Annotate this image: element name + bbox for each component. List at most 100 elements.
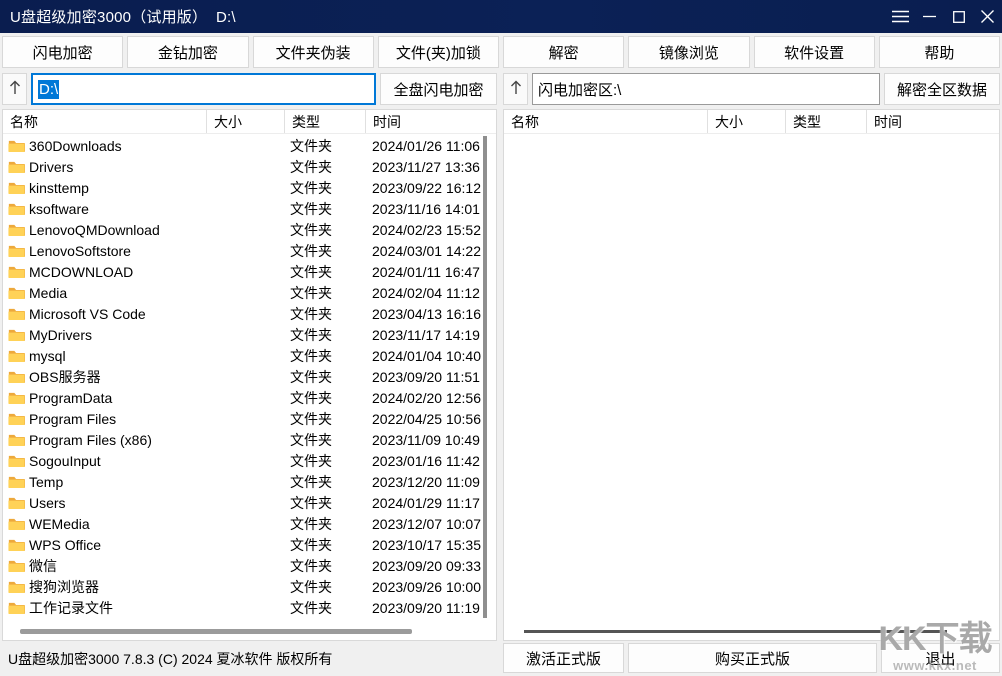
file-name: 微信 bbox=[29, 556, 57, 576]
column-header-time[interactable]: 时间 bbox=[867, 110, 999, 133]
file-row[interactable]: mysql 文件夹 2024/01/04 10:40 bbox=[4, 345, 495, 366]
file-name-cell: Users bbox=[4, 495, 207, 511]
column-header-size[interactable]: 大小 bbox=[207, 110, 285, 133]
file-row[interactable]: Temp 文件夹 2023/12/20 11:09 bbox=[4, 471, 495, 492]
file-row[interactable]: 360Downloads 文件夹 2024/01/26 11:06 bbox=[4, 135, 495, 156]
buy-button[interactable]: 购买正式版 bbox=[628, 643, 877, 673]
left-vertical-scrollbar[interactable] bbox=[481, 135, 490, 622]
file-name: Users bbox=[29, 495, 66, 511]
title-bar: U盘超级加密3000（试用版） D:\ bbox=[0, 0, 1002, 33]
file-row[interactable]: LenovoQMDownload 文件夹 2024/02/23 15:52 bbox=[4, 219, 495, 240]
minimize-icon bbox=[923, 10, 936, 23]
file-name: 360Downloads bbox=[29, 138, 122, 154]
file-time: 2024/02/04 11:12 bbox=[366, 285, 495, 301]
file-row[interactable]: 搜狗浏览器 文件夹 2023/09/26 10:00 bbox=[4, 576, 495, 597]
file-row[interactable]: Media 文件夹 2024/02/04 11:12 bbox=[4, 282, 495, 303]
scrollbar-thumb[interactable] bbox=[524, 630, 947, 633]
file-type: 文件夹 bbox=[285, 325, 366, 345]
scrollbar-thumb[interactable] bbox=[20, 629, 412, 634]
left-horizontal-scrollbar[interactable] bbox=[4, 624, 495, 639]
gold-encrypt-button[interactable]: 金钻加密 bbox=[127, 36, 248, 68]
file-type: 文件夹 bbox=[285, 409, 366, 429]
file-row[interactable]: Program Files 文件夹 2022/04/25 10:56 bbox=[4, 408, 495, 429]
file-row[interactable]: MyDrivers 文件夹 2023/11/17 14:19 bbox=[4, 324, 495, 345]
exit-button[interactable]: 退出 bbox=[881, 643, 1000, 673]
right-up-button[interactable] bbox=[503, 73, 528, 105]
local-disk-panel: 名称 大小 类型 时间 360Downloads 文件夹 2024/01/26 … bbox=[2, 109, 497, 641]
right-path-value: 闪电加密区:\ bbox=[538, 79, 621, 100]
file-time: 2023/11/09 10:49 bbox=[366, 432, 495, 448]
scrollbar-thumb[interactable] bbox=[483, 136, 487, 618]
column-header-type[interactable]: 类型 bbox=[786, 110, 867, 133]
file-row[interactable]: Drivers 文件夹 2023/11/27 13:36 bbox=[4, 156, 495, 177]
file-name: MyDrivers bbox=[29, 327, 92, 343]
mirror-browse-button[interactable]: 镜像浏览 bbox=[628, 36, 749, 68]
right-horizontal-scrollbar[interactable] bbox=[505, 624, 998, 639]
activate-button[interactable]: 激活正式版 bbox=[503, 643, 624, 673]
path-row: D:\ 全盘闪电加密 闪电加密区:\ 解密全区数据 bbox=[0, 71, 1002, 109]
flash-encrypt-button[interactable]: 闪电加密 bbox=[2, 36, 123, 68]
file-row[interactable]: Users 文件夹 2024/01/29 11:17 bbox=[4, 492, 495, 513]
file-row[interactable]: Microsoft VS Code 文件夹 2023/04/13 16:16 bbox=[4, 303, 495, 324]
file-row[interactable]: OBS服务器 文件夹 2023/09/20 11:51 bbox=[4, 366, 495, 387]
file-name: OBS服务器 bbox=[29, 367, 101, 387]
folder-icon bbox=[8, 244, 25, 258]
file-row[interactable]: kinsttemp 文件夹 2023/09/22 16:12 bbox=[4, 177, 495, 198]
left-file-list: 360Downloads 文件夹 2024/01/26 11:06 Driver… bbox=[4, 135, 495, 624]
help-button[interactable]: 帮助 bbox=[879, 36, 1000, 68]
file-name-cell: 搜狗浏览器 bbox=[4, 577, 207, 597]
file-name: WEMedia bbox=[29, 516, 90, 532]
left-up-button[interactable] bbox=[2, 73, 27, 105]
file-row[interactable]: WEMedia 文件夹 2023/12/07 10:07 bbox=[4, 513, 495, 534]
file-type: 文件夹 bbox=[285, 199, 366, 219]
file-time: 2023/01/16 11:42 bbox=[366, 453, 495, 469]
file-type: 文件夹 bbox=[285, 157, 366, 177]
file-name: mysql bbox=[29, 348, 66, 364]
file-type: 文件夹 bbox=[285, 262, 366, 282]
right-path-group: 闪电加密区:\ 解密全区数据 bbox=[503, 73, 1000, 105]
file-type: 文件夹 bbox=[285, 493, 366, 513]
column-header-name[interactable]: 名称 bbox=[504, 110, 708, 133]
file-type: 文件夹 bbox=[285, 220, 366, 240]
file-type: 文件夹 bbox=[285, 304, 366, 324]
file-row[interactable]: MCDOWNLOAD 文件夹 2024/01/11 16:47 bbox=[4, 261, 495, 282]
encrypt-all-button[interactable]: 全盘闪电加密 bbox=[380, 73, 497, 105]
folder-icon bbox=[8, 181, 25, 195]
file-name: SogouInput bbox=[29, 453, 101, 469]
maximize-button[interactable] bbox=[944, 0, 973, 33]
file-row[interactable]: 微信 文件夹 2023/09/20 09:33 bbox=[4, 555, 495, 576]
right-path-input[interactable]: 闪电加密区:\ bbox=[532, 73, 880, 105]
status-text: U盘超级加密3000 7.8.3 (C) 2024 夏冰软件 版权所有 bbox=[8, 649, 332, 669]
column-header-type[interactable]: 类型 bbox=[285, 110, 366, 133]
file-row[interactable]: Program Files (x86) 文件夹 2023/11/09 10:49 bbox=[4, 429, 495, 450]
column-header-size[interactable]: 大小 bbox=[708, 110, 786, 133]
decrypt-button[interactable]: 解密 bbox=[503, 36, 624, 68]
file-name-cell: 360Downloads bbox=[4, 138, 207, 154]
file-name: Temp bbox=[29, 474, 63, 490]
file-lock-button[interactable]: 文件(夹)加锁 bbox=[378, 36, 499, 68]
file-name: LenovoQMDownload bbox=[29, 222, 160, 238]
settings-button[interactable]: 软件设置 bbox=[754, 36, 875, 68]
folder-icon bbox=[8, 391, 25, 405]
column-header-time[interactable]: 时间 bbox=[366, 110, 496, 133]
file-row[interactable]: ProgramData 文件夹 2024/02/20 12:56 bbox=[4, 387, 495, 408]
folder-icon bbox=[8, 475, 25, 489]
file-row[interactable]: 工作记录文件 文件夹 2023/09/20 11:19 bbox=[4, 597, 495, 618]
menu-button[interactable] bbox=[886, 0, 915, 33]
file-name: Program Files (x86) bbox=[29, 432, 152, 448]
file-row[interactable]: LenovoSoftstore 文件夹 2024/03/01 14:22 bbox=[4, 240, 495, 261]
file-row[interactable]: ksoftware 文件夹 2023/11/16 14:01 bbox=[4, 198, 495, 219]
folder-disguise-button[interactable]: 文件夹伪装 bbox=[253, 36, 374, 68]
file-name-cell: Drivers bbox=[4, 159, 207, 175]
close-button[interactable] bbox=[973, 0, 1002, 33]
minimize-button[interactable] bbox=[915, 0, 944, 33]
left-path-value: D:\ bbox=[38, 80, 59, 99]
file-type: 文件夹 bbox=[285, 241, 366, 261]
folder-icon bbox=[8, 580, 25, 594]
left-path-input[interactable]: D:\ bbox=[31, 73, 376, 105]
folder-icon bbox=[8, 517, 25, 531]
column-header-name[interactable]: 名称 bbox=[3, 110, 207, 133]
decrypt-all-button[interactable]: 解密全区数据 bbox=[884, 73, 1000, 105]
file-row[interactable]: WPS Office 文件夹 2023/10/17 15:35 bbox=[4, 534, 495, 555]
file-row[interactable]: SogouInput 文件夹 2023/01/16 11:42 bbox=[4, 450, 495, 471]
